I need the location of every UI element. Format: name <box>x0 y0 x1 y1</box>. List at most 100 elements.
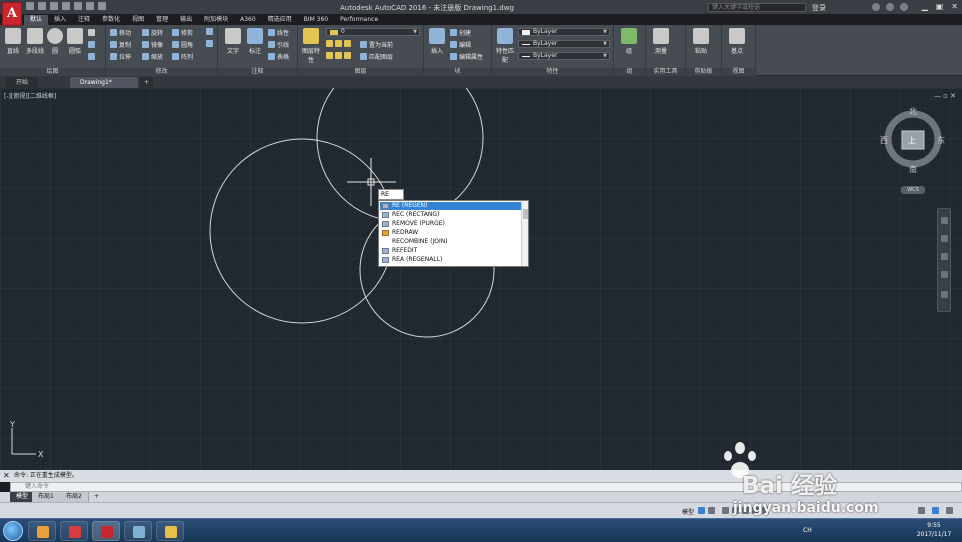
fillet-button[interactable]: 圆角 <box>172 40 193 49</box>
create-block-button[interactable]: 创建 <box>450 28 471 37</box>
undo-icon[interactable] <box>86 2 94 10</box>
zoom-extents-icon[interactable] <box>941 253 948 260</box>
close-icon[interactable]: ✕ <box>951 2 958 11</box>
polyline-button[interactable]: 多段线 <box>24 28 46 55</box>
scrollbar-thumb[interactable] <box>523 209 528 219</box>
tab-parametric[interactable]: 参数化 <box>96 15 126 25</box>
lineweight-dropdown[interactable]: ByLayer ▼ <box>518 52 610 60</box>
circle-button[interactable]: 圆 <box>44 28 66 55</box>
properties-panel-title[interactable]: 特性 <box>492 68 613 76</box>
tab-a360[interactable]: A360 <box>234 15 262 25</box>
leader-button[interactable]: 引线 <box>268 40 289 49</box>
annotation-panel-title[interactable]: 注释 <box>218 68 297 76</box>
compass-west[interactable]: 西 <box>880 135 888 146</box>
layer-lock-icon[interactable] <box>326 52 333 59</box>
table-button[interactable]: 表格 <box>268 52 289 61</box>
view-panel-title[interactable]: 视图 <box>722 68 755 76</box>
stretch-button[interactable]: 拉伸 <box>110 52 131 61</box>
autocomplete-item[interactable]: REMOVE (PURGE) <box>380 220 521 228</box>
group-button[interactable]: 组 <box>618 28 640 55</box>
insert-button[interactable]: 插入 <box>426 28 448 55</box>
block-panel-title[interactable]: 块 <box>424 68 491 76</box>
autocomplete-item[interactable]: REFEDIT <box>380 247 521 255</box>
region-button[interactable] <box>88 53 95 60</box>
trim-button[interactable]: 修剪 <box>172 28 193 37</box>
restore-icon[interactable]: ▣ <box>936 2 944 11</box>
autocomplete-item[interactable]: REC (RECTANG) <box>380 211 521 219</box>
arc-button[interactable]: 圆弧 <box>64 28 86 55</box>
layer-unisolate-icon[interactable] <box>335 52 342 59</box>
viewcube[interactable]: 北 南 东 西 上 <box>880 106 946 174</box>
copy-button[interactable]: 复制 <box>110 40 131 49</box>
clock-time[interactable]: 9:55 <box>912 522 956 529</box>
taskbar-app-autocad[interactable] <box>92 521 120 541</box>
layer-dropdown[interactable]: 0 ▼ <box>326 28 420 36</box>
tab-featured-apps[interactable]: 精选应用 <box>262 15 298 25</box>
make-current-button[interactable]: 置为当前 <box>360 40 393 49</box>
tab-view[interactable]: 视图 <box>126 15 150 25</box>
text-button[interactable]: 文字 <box>222 28 244 55</box>
model-space-button[interactable]: 模型 <box>682 507 694 516</box>
taskbar-app-player[interactable] <box>60 521 88 541</box>
match-layer-button[interactable]: 匹配图层 <box>360 52 393 61</box>
new-tab-button[interactable]: + <box>140 77 154 88</box>
tab-start[interactable]: 开始 <box>6 77 39 88</box>
isolate-objects-icon[interactable] <box>918 507 925 514</box>
taskbar-app-browser[interactable] <box>28 521 56 541</box>
layer-freeze-icon[interactable] <box>344 40 351 47</box>
layer-off-icon[interactable] <box>326 40 333 47</box>
save-icon[interactable] <box>50 2 58 10</box>
tab-insert[interactable]: 插入 <box>48 15 72 25</box>
help-icon[interactable] <box>900 3 908 11</box>
mirror-button[interactable]: 镜像 <box>142 40 163 49</box>
showmotion-icon[interactable] <box>941 291 948 298</box>
viewcube-top-face[interactable]: 上 <box>908 135 916 146</box>
measure-button[interactable]: 测量 <box>650 28 672 55</box>
steering-wheel-icon[interactable] <box>941 217 948 224</box>
close-icon[interactable]: ✕ <box>3 471 10 480</box>
tab-bim360[interactable]: BIM 360 <box>298 15 334 25</box>
input-language-indicator[interactable]: CH <box>803 527 812 534</box>
erase-button[interactable] <box>206 28 213 35</box>
taskbar-app-explorer[interactable] <box>124 521 152 541</box>
orbit-icon[interactable] <box>941 271 948 278</box>
add-layout-button[interactable]: + <box>88 492 105 502</box>
new-icon[interactable] <box>26 2 34 10</box>
clipboard-panel-title[interactable]: 剪贴板 <box>686 68 721 76</box>
exchange-icon[interactable] <box>872 3 880 11</box>
compass-north[interactable]: 北 <box>909 106 917 117</box>
explode-button[interactable] <box>206 40 213 47</box>
taskbar-app-docs[interactable] <box>156 521 184 541</box>
wcs-menu-button[interactable]: WCS <box>901 186 925 194</box>
autocomplete-item[interactable]: RECOMBINE (JOIN) <box>380 238 521 246</box>
hatch-button[interactable] <box>88 41 95 48</box>
groups-panel-title[interactable]: 组 <box>614 68 645 76</box>
viewport-controls[interactable]: — ▫ ✕ <box>934 92 956 100</box>
rotate-button[interactable]: 旋转 <box>142 28 163 37</box>
autocomplete-item[interactable]: REDRAW <box>380 229 521 237</box>
tab-drawing1[interactable]: Drawing1* <box>70 77 138 88</box>
dimension-button[interactable]: 标注 <box>244 28 266 55</box>
color-dropdown[interactable]: ByLayer ▼ <box>518 28 610 36</box>
snap-icon[interactable] <box>708 507 715 514</box>
move-button[interactable]: 移动 <box>110 28 131 37</box>
linear-button[interactable]: 线性 <box>268 28 289 37</box>
dynamic-command-input[interactable]: RE <box>378 189 404 200</box>
linetype-dropdown[interactable]: ByLayer ▼ <box>518 40 610 48</box>
tab-output[interactable]: 输出 <box>174 15 198 25</box>
utilities-panel-title[interactable]: 实用工具 <box>646 68 685 76</box>
layer-isolate-icon[interactable] <box>335 40 342 47</box>
open-icon[interactable] <box>38 2 46 10</box>
layer-properties-button[interactable]: 图层特性 <box>300 28 322 64</box>
tab-addins[interactable]: 附加模块 <box>198 15 234 25</box>
autocomplete-item[interactable]: RE (REGEN) <box>380 202 521 210</box>
line-button[interactable]: 直线 <box>2 28 24 55</box>
viewport-label[interactable]: [-][俯视][二维线框] <box>4 91 56 100</box>
tab-layout1[interactable]: 布局1 <box>32 492 61 502</box>
layer-thaw-icon[interactable] <box>344 52 351 59</box>
grid-icon[interactable] <box>698 507 705 514</box>
clock-date[interactable]: 2017/11/17 <box>912 531 956 538</box>
draw-panel-title[interactable]: 绘图 <box>0 68 105 76</box>
tab-default[interactable]: 默认 <box>24 15 49 25</box>
tab-performance[interactable]: Performance <box>334 15 384 25</box>
